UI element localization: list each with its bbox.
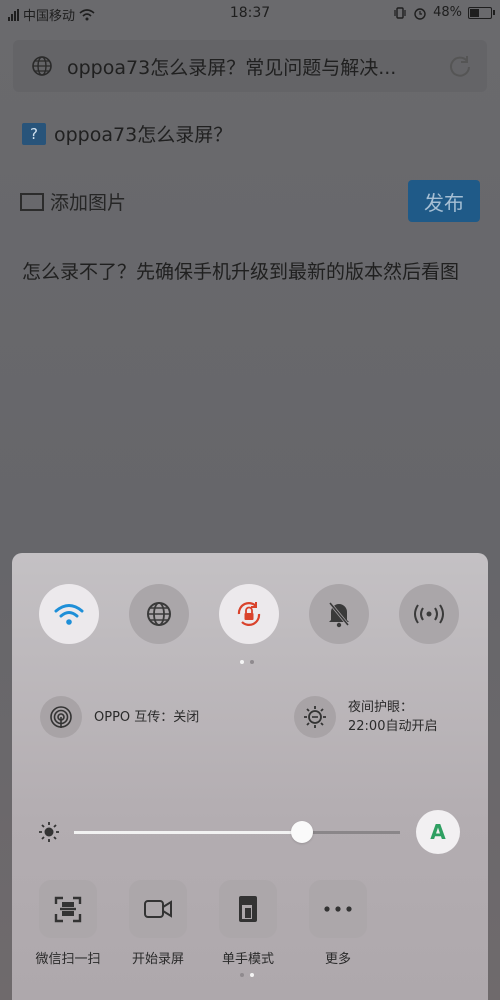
screen-record-shortcut[interactable] (129, 880, 187, 938)
globe-toggle-icon (147, 602, 171, 626)
add-image-label: 添加图片 (50, 192, 127, 214)
reload-icon[interactable] (447, 53, 473, 79)
rotation-lock-toggle[interactable] (219, 584, 279, 644)
wifi-toggle[interactable] (39, 584, 99, 644)
hotspot-icon (414, 604, 444, 624)
image-icon (20, 192, 44, 211)
battery-icon (468, 6, 495, 19)
auto-brightness-button[interactable]: A (416, 810, 460, 854)
video-camera-icon (144, 900, 172, 918)
night-mode-label: 夜间护眼： 22:00自动开启 (348, 698, 437, 736)
search-bar[interactable]: oppoa73怎么录屏？常见问题与解决... (13, 40, 487, 92)
add-image-button[interactable]: 添加图片 (20, 188, 126, 215)
question-text: oppoa73怎么录屏？ (54, 124, 233, 146)
oppo-share-tile[interactable]: OPPO 互传：关闭 (40, 696, 199, 738)
brightness-icon (39, 822, 59, 842)
night-mode-line2: 22:00自动开启 (348, 719, 438, 734)
mobile-data-toggle[interactable] (129, 584, 189, 644)
mute-toggle[interactable] (309, 584, 369, 644)
shortcut-page-indicator (240, 973, 254, 977)
eye-protection-icon (294, 696, 336, 738)
one-hand-mode-shortcut[interactable] (219, 880, 277, 938)
wechat-scan-shortcut[interactable] (39, 880, 97, 938)
wifi-icon (54, 604, 84, 625)
more-icon (324, 906, 352, 912)
screen-record-label: 开始录屏 (131, 952, 184, 967)
status-bar: 中国移动 18:37 48% (0, 0, 500, 28)
rotation-lock-icon (237, 602, 261, 626)
publish-button[interactable]: 发布 (408, 180, 480, 222)
hotspot-toggle[interactable] (399, 584, 459, 644)
night-mode-tile[interactable]: 夜间护眼： 22:00自动开启 (294, 696, 437, 738)
question-heading: ? oppoa73怎么录屏？ (22, 120, 232, 147)
oppo-share-icon (40, 696, 82, 738)
screen: 中国移动 18:37 48% oppoa73怎么录屏？常见问题与解决... ? … (0, 0, 500, 1000)
vibrate-icon (394, 6, 406, 19)
battery-percent: 48% (433, 5, 462, 20)
more-shortcut[interactable] (309, 880, 367, 938)
bell-mute-icon (328, 602, 350, 628)
answer-text[interactable]: 怎么录不了？先确保手机升级到最新的版本然后看图 (22, 256, 472, 288)
scan-icon (54, 896, 82, 923)
brightness-slider[interactable] (74, 821, 400, 843)
status-right: 48% (393, 5, 495, 20)
alarm-icon (414, 7, 426, 20)
toggle-page-indicator (240, 660, 254, 664)
brightness-fill (74, 831, 303, 834)
question-icon: ? (22, 122, 46, 145)
globe-icon (32, 56, 52, 76)
oppo-share-label: OPPO 互传：关闭 (94, 709, 200, 725)
one-hand-mode-label: 单手模式 (221, 952, 274, 967)
more-label: 更多 (324, 952, 351, 967)
page-title: oppoa73怎么录屏？常见问题与解决... (67, 56, 397, 79)
one-hand-icon (239, 896, 257, 922)
night-mode-line1: 夜间护眼： (348, 700, 414, 715)
wechat-scan-label: 微信扫一扫 (35, 952, 101, 967)
